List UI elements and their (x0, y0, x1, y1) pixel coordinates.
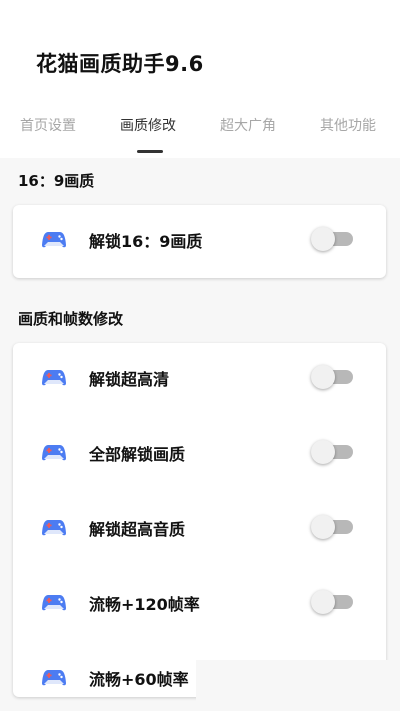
gamepad-icon (42, 445, 66, 461)
toggle-knob (311, 590, 335, 614)
toggle-knob (311, 227, 335, 251)
gamepad-icon (42, 232, 66, 248)
gamepad-icon (42, 370, 66, 386)
setting-row: 全部解锁画质 (13, 421, 386, 481)
setting-label: 流畅+60帧率 (89, 670, 189, 689)
app-title: 花猫画质助手9.6 (36, 52, 204, 76)
unlock-ultra-audio-toggle[interactable] (311, 515, 355, 539)
active-tab-indicator (137, 150, 163, 153)
gamepad-icon (42, 595, 66, 611)
section-title-16-9: 16：9画质 (18, 172, 95, 190)
setting-row: 解锁超高音质 (13, 496, 386, 556)
setting-label: 解锁超高清 (89, 370, 170, 389)
app-header: 花猫画质助手9.6 (0, 0, 400, 100)
tab-quality-modify[interactable]: 画质修改 (120, 115, 176, 135)
unlock-ultra-hd-toggle[interactable] (311, 365, 355, 389)
tab-bar: 首页设置 画质修改 超大广角 其他功能 (0, 100, 400, 158)
setting-label: 全部解锁画质 (89, 445, 186, 464)
setting-row: 解锁16：9画质 (13, 208, 386, 268)
setting-row: 解锁超高清 (13, 346, 386, 406)
setting-label: 流畅+120帧率 (89, 595, 200, 614)
toggle-knob (311, 440, 335, 464)
setting-row: 流畅+120帧率 (13, 571, 386, 631)
tab-other-features[interactable]: 其他功能 (320, 115, 376, 135)
card-16-9: 解锁16：9画质 (13, 205, 386, 278)
toggle-knob (311, 365, 335, 389)
unlock-all-quality-toggle[interactable] (311, 440, 355, 464)
setting-label: 解锁超高音质 (89, 520, 186, 539)
setting-label: 解锁16：9画质 (89, 232, 203, 251)
toggle-knob (311, 515, 335, 539)
tab-home-settings[interactable]: 首页设置 (20, 115, 76, 135)
overlay-cover (196, 660, 400, 711)
unlock-16-9-toggle[interactable] (311, 227, 355, 251)
tab-wide-angle[interactable]: 超大广角 (220, 115, 276, 135)
card-quality-fps: 解锁超高清 全部解锁画质 解锁超高音质 流畅+120帧率 流畅+60帧率 (13, 343, 386, 697)
smooth-120fps-toggle[interactable] (311, 590, 355, 614)
gamepad-icon (42, 520, 66, 536)
section-title-quality-fps: 画质和帧数修改 (18, 310, 124, 328)
gamepad-icon (42, 670, 66, 686)
